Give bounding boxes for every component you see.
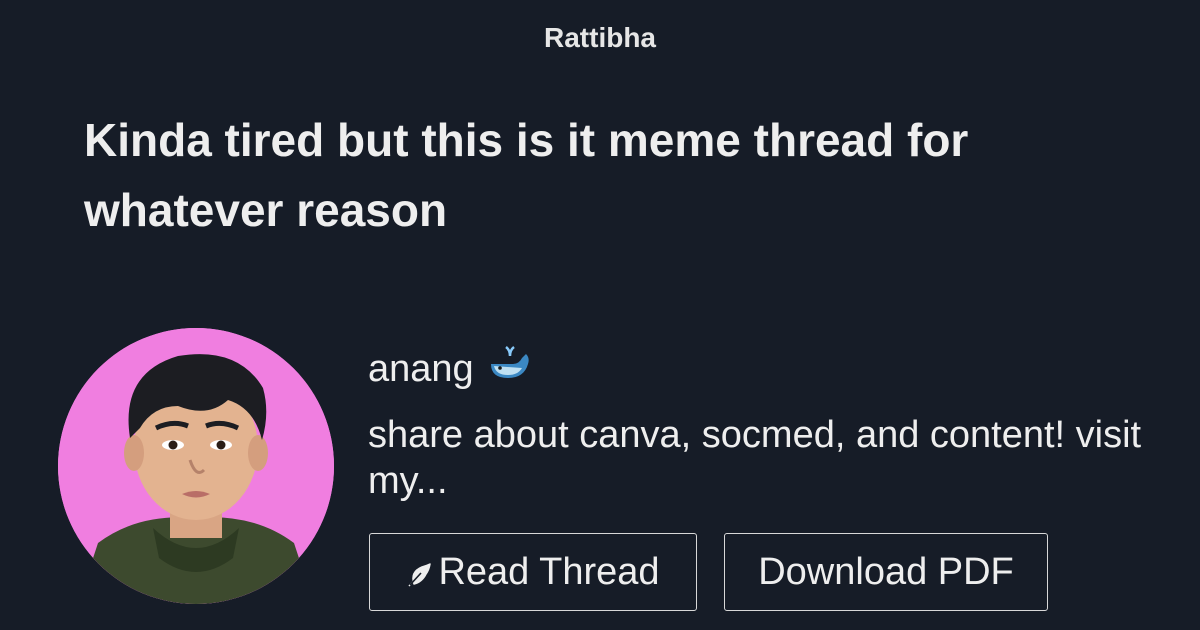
author-avatar xyxy=(58,328,334,604)
author-bio: share about canva, socmed, and content! … xyxy=(368,414,1142,502)
author-name: anang xyxy=(368,348,474,390)
whale-icon xyxy=(488,344,532,394)
feather-icon xyxy=(406,555,432,598)
download-pdf-label: Download PDF xyxy=(758,550,1014,593)
read-thread-label: Read Thread xyxy=(438,550,660,593)
site-brand[interactable]: Rattibha xyxy=(0,20,1200,56)
thread-title: Kinda tired but this is it meme thread f… xyxy=(84,114,969,236)
download-pdf-button[interactable]: Download PDF xyxy=(724,533,1048,611)
read-thread-button[interactable]: Read Thread xyxy=(369,533,697,611)
author-name-row: anang xyxy=(368,344,532,394)
